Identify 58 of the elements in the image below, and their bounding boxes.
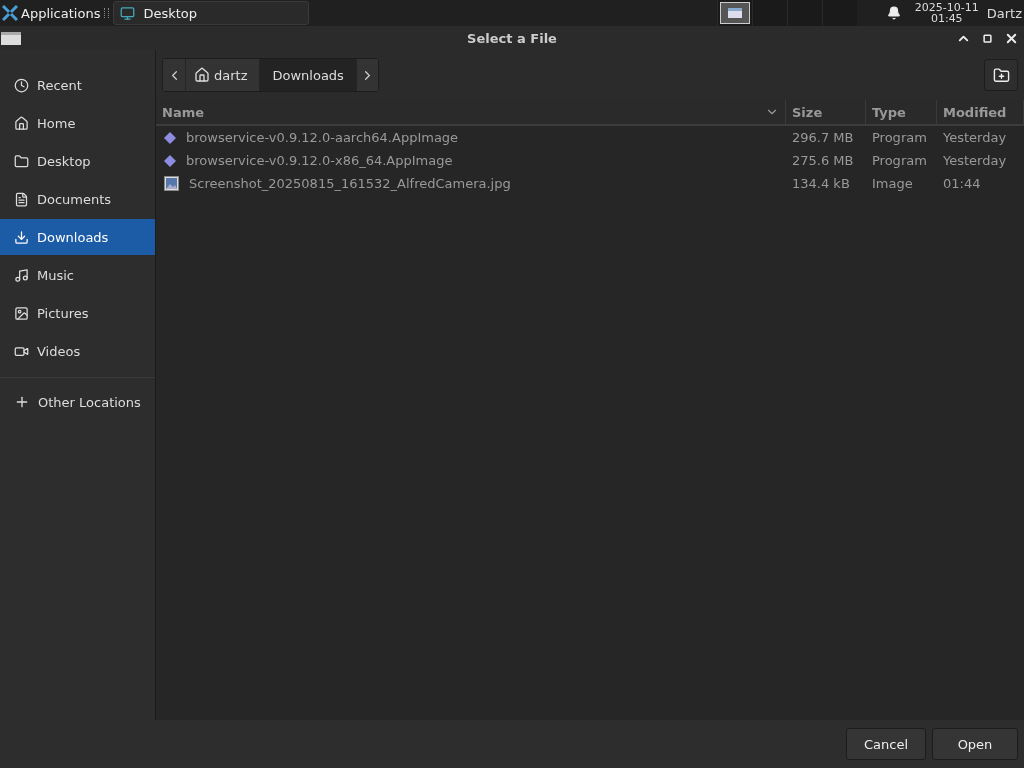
place-icon [14, 115, 29, 131]
column-header[interactable]: Size [786, 100, 866, 124]
bell-icon[interactable] [886, 6, 901, 20]
home-icon [194, 67, 210, 83]
diamond-icon [164, 131, 176, 144]
workspace[interactable] [716, 0, 752, 26]
sidebar-item[interactable]: Recent [0, 67, 155, 103]
file-name: browservice-v0.9.12.0-aarch64.AppImage [186, 130, 459, 145]
sidebar-item[interactable]: Music [0, 257, 155, 293]
column-header[interactable]: Type [866, 100, 937, 124]
place-icon [14, 77, 29, 93]
sidebar-item[interactable]: Home [0, 105, 155, 141]
place-icon [14, 267, 29, 283]
new-folder-button[interactable] [984, 59, 1018, 91]
open-button[interactable]: Open [932, 728, 1018, 760]
file-name: Screenshot_20250815_161532_AlfredCamera.jpg [189, 176, 511, 191]
column-header[interactable]: Name [156, 100, 786, 124]
sidebar-item[interactable]: Other Locations [0, 384, 155, 420]
place-icon [14, 305, 29, 321]
taskbar-button[interactable]: Desktop [113, 1, 310, 25]
file-modified: Yesterday [942, 153, 1008, 168]
monitor-icon [120, 5, 136, 21]
forward-button[interactable] [355, 59, 378, 91]
file-size: 134.4 kB [791, 176, 851, 191]
app-menu-icon [2, 5, 18, 21]
file-size: 296.7 MB [791, 130, 855, 145]
window-thumbnail [719, 2, 750, 24]
file-type: Program [871, 153, 928, 168]
image-file-icon [164, 176, 179, 191]
cancel-button[interactable]: Cancel [846, 728, 926, 760]
applications-menu[interactable]: Applications [0, 0, 103, 26]
sidebar-item[interactable]: Desktop [0, 143, 155, 179]
sidebar-item[interactable]: Pictures [0, 295, 155, 331]
file-size: 275.6 MB [791, 153, 855, 168]
window-title: Select a File [467, 30, 557, 46]
sidebar-item[interactable]: Documents [0, 181, 155, 217]
sidebar-item[interactable]: Videos [0, 333, 155, 369]
file-row[interactable]: browservice-v0.9.12.0-aarch64.AppImage 296.7 MB Program Yesterday [156, 126, 1024, 149]
file-modified: Yesterday [942, 130, 1008, 145]
file-row[interactable]: Screenshot_20250815_161532_AlfredCamera.jpg 134.4 kB Image 01:44 [156, 172, 1024, 195]
place-icon [14, 191, 29, 207]
path-button[interactable]: Downloads [259, 59, 356, 91]
column-header[interactable]: Modified [937, 100, 1024, 124]
window-icon [1, 31, 21, 45]
diamond-icon [164, 154, 176, 167]
file-name: browservice-v0.9.12.0-x86_64.AppImage [186, 153, 453, 168]
file-row[interactable]: browservice-v0.9.12.0-x86_64.AppImage 275.6 MB Program Yesterday [156, 149, 1024, 172]
place-icon [14, 229, 29, 245]
place-icon [14, 153, 29, 169]
folder-plus-icon [992, 66, 1010, 84]
sidebar-item[interactable]: Downloads [0, 219, 155, 255]
user-name[interactable]: Dartz [986, 5, 1022, 21]
plus-icon [14, 394, 30, 410]
file-modified: 01:44 [942, 176, 982, 191]
square-icon [982, 33, 992, 43]
clock[interactable]: 2025-10-11 01:45 [914, 2, 979, 24]
file-type: Image [871, 176, 914, 191]
file-type: Program [871, 130, 928, 145]
